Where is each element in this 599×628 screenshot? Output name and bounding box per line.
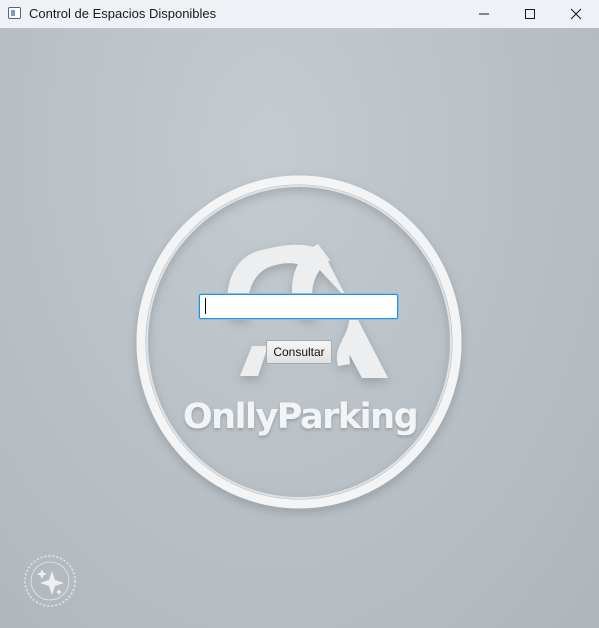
query-input[interactable] xyxy=(199,294,398,319)
close-button[interactable] xyxy=(553,0,599,28)
minimize-icon xyxy=(479,13,489,15)
app-window: Control de Espacios Disponibles OnllyPar… xyxy=(0,0,599,628)
brand-name: OnllyParking xyxy=(182,397,419,437)
minimize-button[interactable] xyxy=(461,0,507,28)
title-bar[interactable]: Control de Espacios Disponibles xyxy=(0,0,599,28)
app-window-icon xyxy=(8,7,21,19)
close-icon xyxy=(570,8,582,20)
text-caret xyxy=(205,298,206,314)
background-logo xyxy=(136,175,462,509)
maximize-button[interactable] xyxy=(507,0,553,28)
consult-button[interactable]: Consultar xyxy=(266,340,332,364)
content-area: OnllyParking Consultar xyxy=(0,28,599,628)
maximize-icon xyxy=(525,9,535,19)
sparkle-watermark-icon xyxy=(24,555,76,607)
window-title: Control de Espacios Disponibles xyxy=(29,6,217,21)
